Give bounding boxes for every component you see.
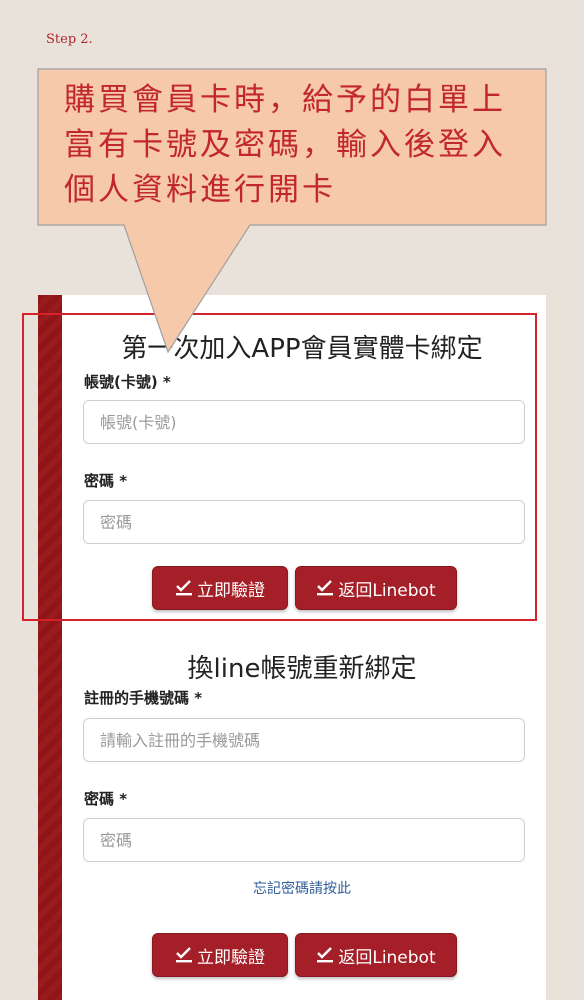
callout-line-1: 購買會員卡時，給予的白單上 — [64, 82, 506, 118]
check-underline-icon — [175, 947, 193, 963]
rebind-password-label: 密碼 * — [84, 790, 128, 808]
check-underline-icon — [316, 947, 334, 963]
rebind-verify-button-label: 立即驗證 — [197, 947, 265, 968]
forgot-password-link[interactable]: 忘記密碼請按此 — [60, 878, 544, 898]
callout-line-3: 個人資料進行開卡 — [64, 172, 336, 208]
rebind-verify-button[interactable]: 立即驗證 — [152, 933, 288, 977]
rebind-password-input[interactable] — [83, 818, 525, 862]
rebind-title: 換line帳號重新綁定 — [187, 654, 417, 684]
phone-label: 註冊的手機號碼 * — [84, 689, 203, 707]
phone-input[interactable] — [83, 718, 525, 762]
rebind-back-linebot-button-label: 返回Linebot — [338, 947, 436, 968]
rebind-back-linebot-button[interactable]: 返回Linebot — [295, 933, 457, 977]
callout-line-2: 富有卡號及密碼，輸入後登入 — [64, 127, 506, 163]
